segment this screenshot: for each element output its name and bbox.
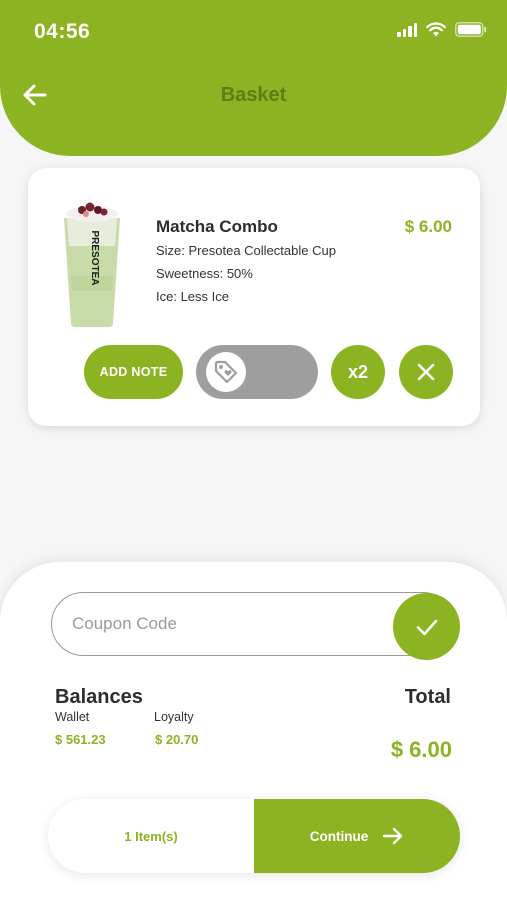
continue-button[interactable]: Continue (254, 799, 460, 873)
status-icons (397, 22, 487, 37)
tag-toggle-knob (206, 352, 246, 392)
coupon-code-input[interactable] (72, 593, 372, 654)
items-count: 1 Item(s) (124, 828, 178, 844)
wifi-icon (426, 22, 446, 37)
product-image-brand: PRESOTEA (89, 230, 100, 285)
basket-item-card: PRESOTEA Matcha Combo $ 6.00 Size: Preso… (28, 168, 480, 426)
continue-label: Continue (309, 828, 369, 844)
check-icon (416, 619, 437, 635)
apply-coupon-button[interactable] (393, 593, 460, 660)
item-sweetness: Sweetness: 50% (156, 266, 253, 281)
status-time: 04:56 (34, 20, 91, 43)
total-value: $ 6.00 (390, 737, 452, 762)
close-icon (417, 363, 435, 381)
loyalty-value: $ 20.70 (155, 732, 199, 747)
page-title: Basket (220, 84, 287, 106)
wallet-label: Wallet (55, 710, 90, 724)
item-size: Size: Presotea Collectable Cup (156, 243, 336, 258)
balances-title: Balances (55, 686, 143, 708)
promo-tag-toggle[interactable] (196, 345, 318, 399)
tag-icon (214, 360, 238, 384)
total-title: Total (404, 686, 451, 708)
remove-item-button[interactable] (399, 345, 453, 399)
item-ice: Ice: Less Ice (156, 289, 229, 304)
checkout-bar: 1 Item(s) Continue (48, 799, 460, 873)
quantity-button[interactable]: x2 (331, 345, 385, 399)
wallet-value: $ 561.23 (55, 732, 106, 747)
loyalty-label: Loyalty (154, 710, 194, 724)
add-note-button[interactable]: ADD NOTE (84, 345, 183, 399)
battery-icon (455, 22, 487, 37)
arrow-right-icon (383, 827, 403, 845)
signal-icon (397, 22, 417, 37)
item-name: Matcha Combo (156, 217, 278, 236)
header-bar: 04:56 Basket (0, 0, 507, 156)
item-price: $ 6.00 (404, 217, 452, 236)
product-image: PRESOTEA (64, 199, 120, 327)
